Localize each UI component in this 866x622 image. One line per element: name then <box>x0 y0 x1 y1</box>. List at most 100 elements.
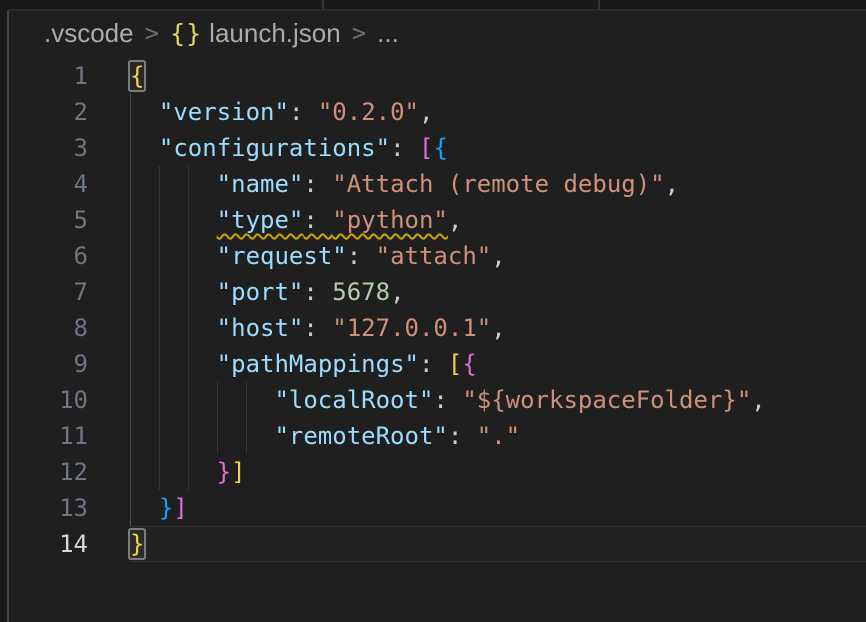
code-line-content: "configurations": [{ <box>130 130 866 166</box>
editor-group-border <box>7 11 9 622</box>
indent-guide <box>188 202 217 238</box>
token-key: "localRoot" <box>274 386 433 414</box>
token-key: "pathMappings" <box>217 350 419 378</box>
line-number[interactable]: 10 <box>0 382 88 418</box>
token-string: "${workspaceFolder}" <box>462 386 751 414</box>
indent-guide <box>159 166 188 202</box>
token-key: "request" <box>217 242 347 270</box>
indent-guide <box>188 418 217 454</box>
tab-separator <box>322 0 324 9</box>
line-number[interactable]: 14 <box>0 526 88 562</box>
code-line-9[interactable]: 9"pathMappings": [{ <box>0 346 866 382</box>
indent-guide <box>246 418 275 454</box>
token-punct: , <box>390 278 404 306</box>
code-line-14[interactable]: 14} <box>0 526 866 562</box>
token-punct: , <box>751 386 765 414</box>
token-punct: : <box>303 314 332 342</box>
indent-guide <box>130 418 159 454</box>
code-editor[interactable]: 1{2"version": "0.2.0",3"configurations":… <box>0 55 866 562</box>
token-key: "host" <box>217 314 304 342</box>
code-line-6[interactable]: 6"request": "attach", <box>0 238 866 274</box>
code-line-content: "host": "127.0.0.1", <box>130 310 866 346</box>
code-line-content: "type": "python", <box>130 202 866 238</box>
indent-guide <box>130 454 159 490</box>
vscode-editor-window: .vscode > {} launch.json > ... 1{2"versi… <box>0 0 866 622</box>
code-line-13[interactable]: 13}] <box>0 490 866 526</box>
token-key: "remoteRoot" <box>274 422 447 450</box>
line-number[interactable]: 8 <box>0 310 88 346</box>
code-line-7[interactable]: 7"port": 5678, <box>0 274 866 310</box>
indent-guide <box>246 382 275 418</box>
token-punct: : <box>303 170 332 198</box>
code-line-content: } <box>130 526 866 562</box>
indent-guide <box>130 346 159 382</box>
token-string: "attach" <box>376 242 492 270</box>
token-string: "python" <box>332 206 448 234</box>
indent-guide <box>188 166 217 202</box>
token-key: "name" <box>217 170 304 198</box>
token-bracket2: [ <box>419 134 433 162</box>
indent-guide <box>217 418 246 454</box>
line-number[interactable]: 6 <box>0 238 88 274</box>
json-braces-icon: {} <box>170 19 202 48</box>
line-number[interactable]: 12 <box>0 454 88 490</box>
indent-guide <box>159 238 188 274</box>
line-number[interactable]: 5 <box>0 202 88 238</box>
warning-squiggle: "type": "python" <box>217 206 448 234</box>
indent-guide <box>130 382 159 418</box>
token-key: "configurations" <box>159 134 390 162</box>
code-line-2[interactable]: 2 "version": "0.2.0", <box>0 94 866 130</box>
token-key: "type" <box>217 206 304 234</box>
token-punct: : <box>347 242 376 270</box>
token-punct: : <box>303 278 332 306</box>
code-line-content: { <box>130 58 866 94</box>
indent-guide <box>188 274 217 310</box>
token-key: "port" <box>217 278 304 306</box>
code-line-4[interactable]: 4"name": "Attach (remote debug)", <box>0 166 866 202</box>
breadcrumb-item-folder[interactable]: .vscode <box>44 18 134 49</box>
token-punct: : <box>303 206 332 234</box>
line-number[interactable]: 1 <box>0 58 88 94</box>
indent-guide <box>159 418 188 454</box>
breadcrumb-item-file[interactable]: launch.json <box>209 18 341 49</box>
token-punct: : <box>289 98 318 126</box>
code-line-5[interactable]: 5 "type": "python", <box>0 202 866 238</box>
token-bracket3: } <box>159 494 173 522</box>
line-number[interactable]: 2 <box>0 94 88 130</box>
token-punct: , <box>491 314 505 342</box>
line-number[interactable]: 11 <box>0 418 88 454</box>
line-number[interactable]: 13 <box>0 490 88 526</box>
token-string: "127.0.0.1" <box>332 314 491 342</box>
bracket-match: { <box>130 62 144 90</box>
token-punct: , <box>665 170 679 198</box>
code-line-8[interactable]: 8 "host": "127.0.0.1", <box>0 310 866 346</box>
indent-guide <box>130 274 159 310</box>
token-punct: : <box>433 386 462 414</box>
code-line-content: "version": "0.2.0", <box>130 94 866 130</box>
line-number[interactable]: 7 <box>0 274 88 310</box>
indent-guide <box>159 346 188 382</box>
indent-guide <box>130 202 159 238</box>
indent-guide <box>130 130 159 166</box>
breadcrumb-item-symbol[interactable]: ... <box>377 18 399 49</box>
code-line-11[interactable]: 11"remoteRoot": "." <box>0 418 866 454</box>
indent-guide <box>159 202 188 238</box>
tab-bar <box>0 0 866 11</box>
indent-guide <box>188 238 217 274</box>
line-number[interactable]: 4 <box>0 166 88 202</box>
code-line-12[interactable]: 12}] <box>0 454 866 490</box>
token-punct: : <box>419 350 448 378</box>
code-line-3[interactable]: 3 "configurations": [{ <box>0 130 866 166</box>
indent-guide <box>159 274 188 310</box>
indent-guide <box>130 238 159 274</box>
code-line-1[interactable]: 1{ <box>0 58 866 94</box>
indent-guide <box>188 382 217 418</box>
indent-guide <box>130 166 159 202</box>
line-number[interactable]: 3 <box>0 130 88 166</box>
token-bracket1: ] <box>231 458 245 486</box>
indent-guide <box>188 346 217 382</box>
code-line-10[interactable]: 10 "localRoot": "${workspaceFolder}", <box>0 382 866 418</box>
indent-guide <box>159 454 188 490</box>
line-number[interactable]: 9 <box>0 346 88 382</box>
indent-guide <box>188 454 217 490</box>
